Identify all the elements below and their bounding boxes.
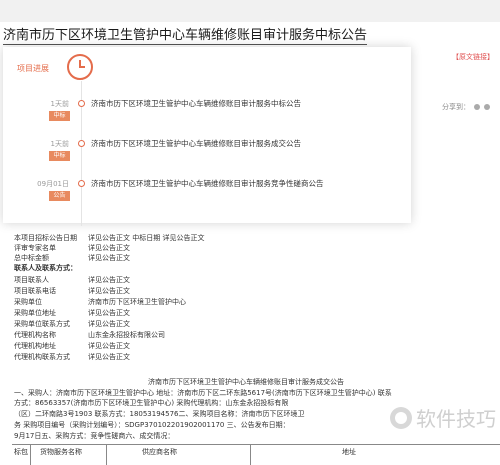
paragraph: （区）二环南路3号1903 联系方式：18053194576二、采购项目名称：济…: [14, 410, 305, 418]
paragraph: 方式：86563357(济南市历下区环境卫生管护中心) 采购代理机构：山东金永招…: [14, 399, 289, 407]
info-label: 采购单位联系方式: [14, 320, 70, 328]
info-row: 代理机构联系方式 详见公告正文: [14, 352, 130, 362]
original-link[interactable]: 【原文链接】: [452, 52, 494, 62]
timeline-item[interactable]: 1天前 中标 济南市历下区环境卫生管护中心车辆维修账目审计服务成交公告: [3, 137, 411, 165]
info-label: 总中标金额: [14, 254, 49, 262]
info-value: 详见公告正文 中标日期 详见公告正文: [88, 234, 205, 242]
info-value: 详见公告正文: [88, 244, 130, 252]
timeline-time: 1天前: [50, 100, 69, 108]
info-label: 项目联系人: [14, 276, 49, 284]
table-header-cell: 地址: [342, 448, 356, 456]
page-title: 济南市历下区环境卫生管护中心车辆维修账目审计服务中标公告: [3, 28, 368, 45]
info-value: 详见公告正文: [88, 254, 130, 262]
info-row: 评审专家名单 详见公告正文: [14, 243, 130, 253]
status-badge: 公告: [49, 191, 70, 201]
timeline-link[interactable]: 济南市历下区环境卫生管护中心车辆维修账目审计服务中标公告: [91, 98, 301, 109]
table-header-cell: 标包: [14, 448, 28, 456]
weibo-icon[interactable]: [484, 104, 490, 110]
info-row: 采购单位地址 详见公告正文: [14, 308, 130, 318]
info-value: 详见公告正文: [88, 353, 130, 361]
watermark-logo-icon: [390, 406, 412, 429]
info-row: 代理机构地址 详见公告正文: [14, 341, 130, 351]
info-value: 济南市历下区环境卫生管护中心: [88, 298, 186, 306]
notice-title: 济南市历下区环境卫生管护中心车辆维修账目审计服务成交公告: [148, 378, 344, 386]
paragraph: 9月17日五、采购方式：竞争性磋商六、成交情况：: [14, 432, 175, 440]
info-row: 采购单位联系方式 详见公告正文: [14, 319, 130, 329]
timeline-dot-icon: [78, 180, 85, 187]
info-label: 代理机构名称: [14, 331, 56, 339]
timeline-item[interactable]: 1天前 中标 济南市历下区环境卫生管护中心车辆维修账目审计服务中标公告: [3, 97, 411, 125]
timeline-time: 09月01日: [37, 180, 69, 188]
info-value: 详见公告正文: [88, 276, 130, 284]
popup-heading: 项目进展: [17, 64, 49, 73]
top-bar: [0, 0, 500, 22]
info-label: 联系人及联系方式：: [14, 264, 77, 272]
info-value: 详见公告正文: [88, 287, 130, 295]
info-row: 项目联系电话 详见公告正文: [14, 286, 130, 296]
table-header-cell: 货物服务名称: [40, 448, 82, 456]
info-label: 项目联系电话: [14, 287, 56, 295]
timeline-dot-icon: [78, 100, 85, 107]
info-value: 详见公告正文: [88, 342, 130, 350]
timeline-link[interactable]: 济南市历下区环境卫生管护中心车辆维修账目审计服务竞争性磋商公告: [91, 178, 324, 189]
info-value: 山东金永招投标有限公司: [88, 331, 165, 339]
paragraph: 务 采购项目编号（采购计划编号）：SDGP370102201902001170 …: [14, 421, 290, 429]
project-progress-popup: 项目进展 1天前 中标 济南市历下区环境卫生管护中心车辆维修账目审计服务中标公告…: [3, 47, 411, 226]
info-value: 详见公告正文: [88, 320, 130, 328]
info-row: 总中标金额 详见公告正文: [14, 253, 130, 263]
watermark-text: 软件技巧: [416, 407, 496, 431]
wechat-icon[interactable]: [474, 104, 480, 110]
table-header-cell: 供应商名称: [142, 448, 177, 456]
info-label: 代理机构地址: [14, 342, 56, 350]
status-badge: 中标: [49, 151, 70, 161]
info-label: 代理机构联系方式: [14, 353, 70, 361]
info-row: 项目联系人 详见公告正文: [14, 275, 130, 285]
info-label: 采购单位: [14, 298, 42, 306]
info-value: 详见公告正文: [88, 309, 130, 317]
paragraph: 一、采购人：济南市历下区环境卫生管护中心 地址：济南市历下区二环东路5617号(…: [14, 389, 392, 397]
share-bar: 分享到：: [442, 102, 490, 112]
info-label: 采购单位地址: [14, 309, 56, 317]
results-table-header: 标包 货物服务名称 供应商名称 地址: [12, 444, 500, 465]
share-label: 分享到：: [442, 103, 470, 111]
timeline-link[interactable]: 济南市历下区环境卫生管护中心车辆维修账目审计服务成交公告: [91, 138, 301, 149]
info-label: 本项目招标公告日期: [14, 234, 77, 242]
info-row: 采购单位 济南市历下区环境卫生管护中心: [14, 297, 186, 307]
timeline-time: 1天前: [50, 140, 69, 148]
timeline-dot-icon: [78, 140, 85, 147]
info-row: 本项目招标公告日期 详见公告正文 中标日期 详见公告正文: [14, 233, 204, 243]
timeline-item[interactable]: 09月01日 公告 济南市历下区环境卫生管护中心车辆维修账目审计服务竞争性磋商公…: [3, 177, 411, 205]
watermark: 软件技巧: [390, 403, 496, 432]
status-badge: 中标: [49, 111, 70, 121]
info-label: 评审专家名单: [14, 244, 56, 252]
clock-icon: [67, 54, 93, 80]
info-row: 代理机构名称 山东金永招投标有限公司: [14, 330, 165, 340]
contact-section-heading: 联系人及联系方式：: [14, 263, 77, 273]
